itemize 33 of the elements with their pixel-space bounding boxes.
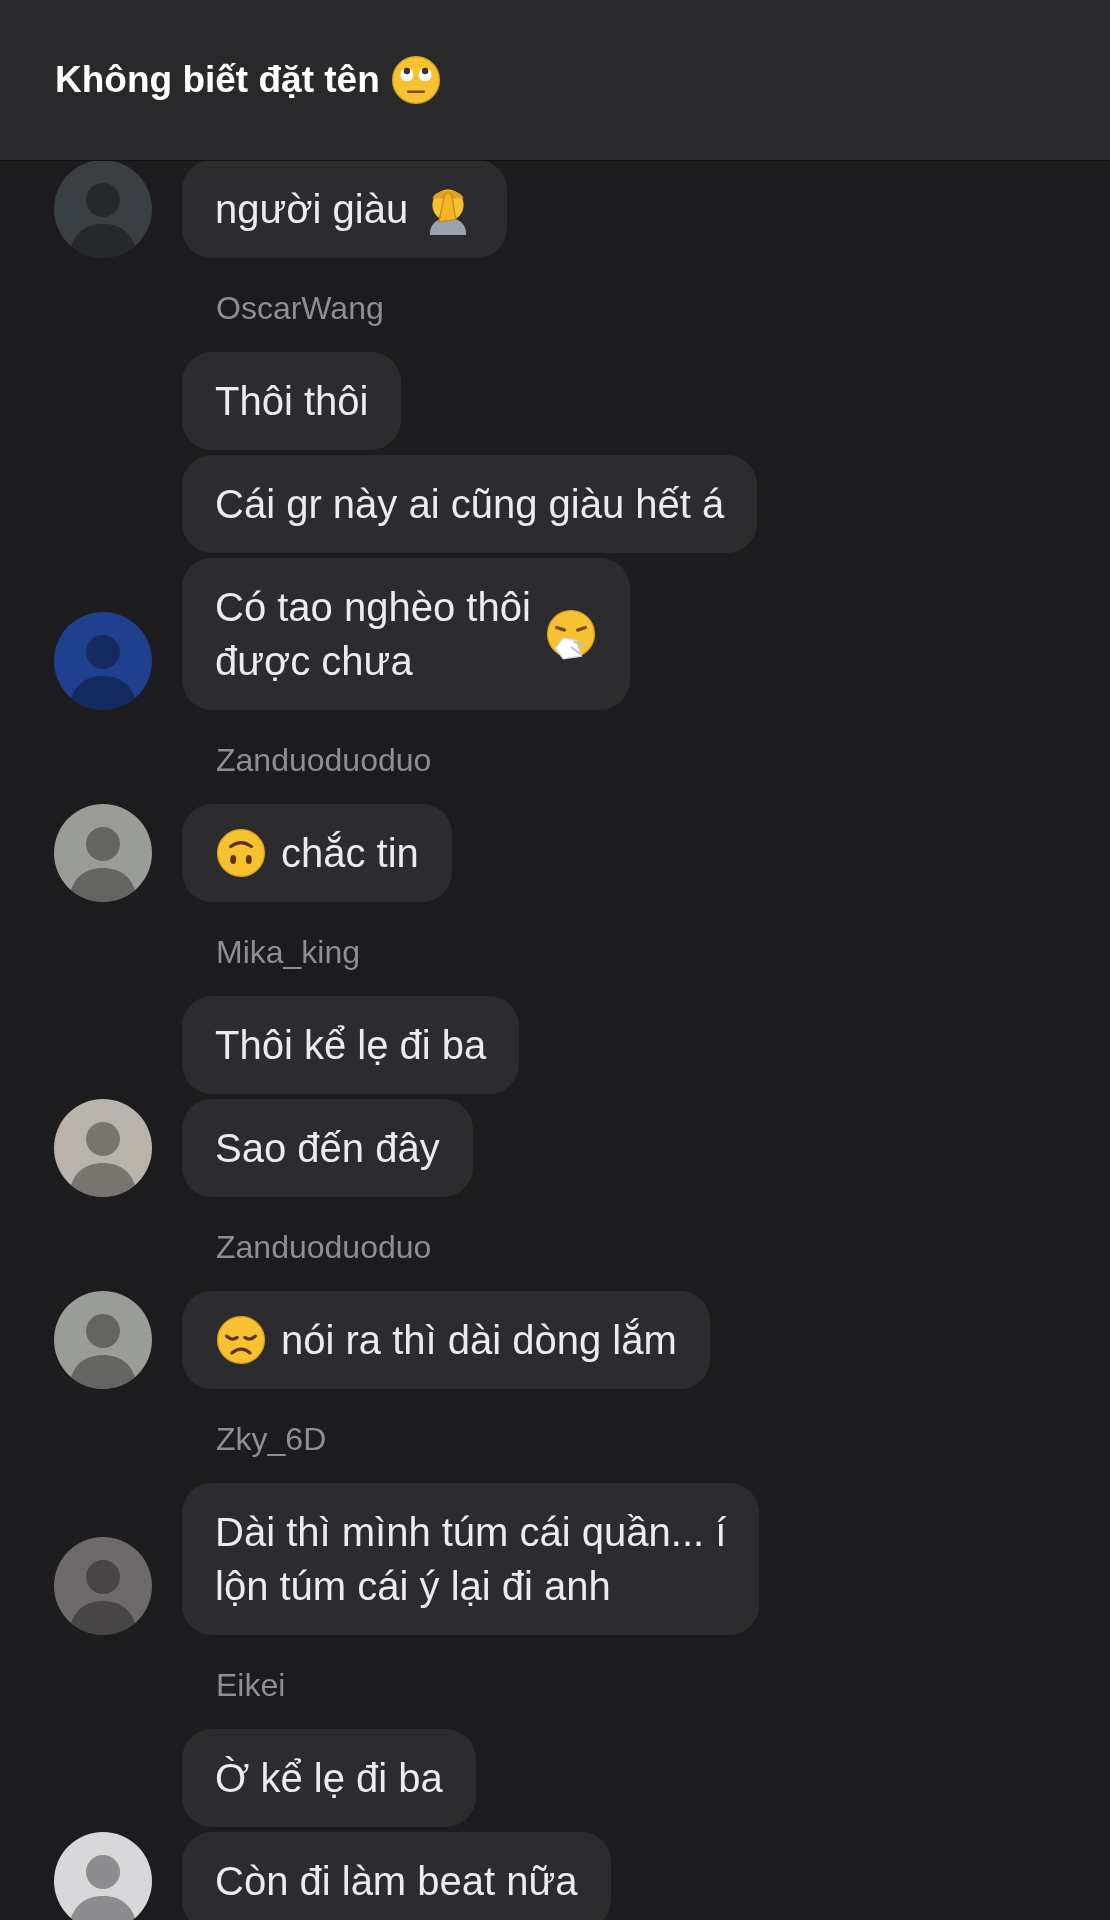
sender-name: Zanduoduoduo — [216, 1228, 432, 1267]
message-text: Dài thì mình túm cái quần... í lộn túm cái ý lại đi anh — [215, 1509, 727, 1610]
message-text: nói ra thì dài dòng lắm — [281, 1317, 677, 1364]
message-text: Ờ kể lẹ đi ba — [215, 1755, 443, 1802]
sender-name: Mika_king — [216, 933, 361, 972]
message-bubble[interactable]: Sao đến đây — [182, 1099, 473, 1197]
message-text: người giàu — [215, 186, 409, 233]
message-bubble[interactable]: Cái gr này ai cũng giàu hết á — [182, 455, 758, 553]
message-text: chắc tin — [281, 830, 419, 877]
sender-name: Eikei — [216, 1666, 286, 1705]
message-bubble[interactable]: nói ra thì dài dòng lắm — [182, 1291, 710, 1389]
message-text: Thôi thôi — [215, 378, 369, 425]
message-text: Cái gr này ai cũng giàu hết á — [215, 481, 725, 528]
sender-name: Zanduoduoduo — [216, 741, 432, 780]
message-bubble[interactable]: Ờ kể lẹ đi ba — [182, 1729, 476, 1827]
upside-down-face-emoji-icon — [215, 827, 267, 879]
message-bubble[interactable]: chắc tin — [182, 804, 452, 902]
chat-title: Không biết đặt tên — [55, 59, 380, 101]
sneezing-emoji-icon — [544, 608, 597, 660]
message-text: Có tao nghèo thôi được chưa — [215, 584, 531, 685]
message-bubble[interactable]: Dài thì mình túm cái quần... í lộn túm cái ý lại đi anh — [182, 1483, 760, 1635]
message-text: Còn đi làm beat nữa — [215, 1858, 578, 1905]
message-bubble[interactable]: Có tao nghèo thôi được chưa — [182, 558, 630, 710]
rolling-eyes-emoji-icon — [389, 54, 442, 106]
sender-name: Zky_6D — [216, 1420, 327, 1459]
disappointed-face-emoji-icon — [215, 1314, 267, 1366]
message-bubble[interactable]: Còn đi làm beat nữa — [182, 1832, 611, 1920]
message-bubble[interactable]: người giàu — [182, 160, 508, 258]
message-bubble[interactable]: Thôi kể lẹ đi ba — [182, 996, 520, 1094]
message-text: Sao đến đây — [215, 1125, 440, 1172]
message-text: Thôi kể lẹ đi ba — [215, 1022, 487, 1069]
message-bubble[interactable]: Thôi thôi — [182, 352, 402, 450]
sender-name: OscarWang — [216, 289, 384, 328]
